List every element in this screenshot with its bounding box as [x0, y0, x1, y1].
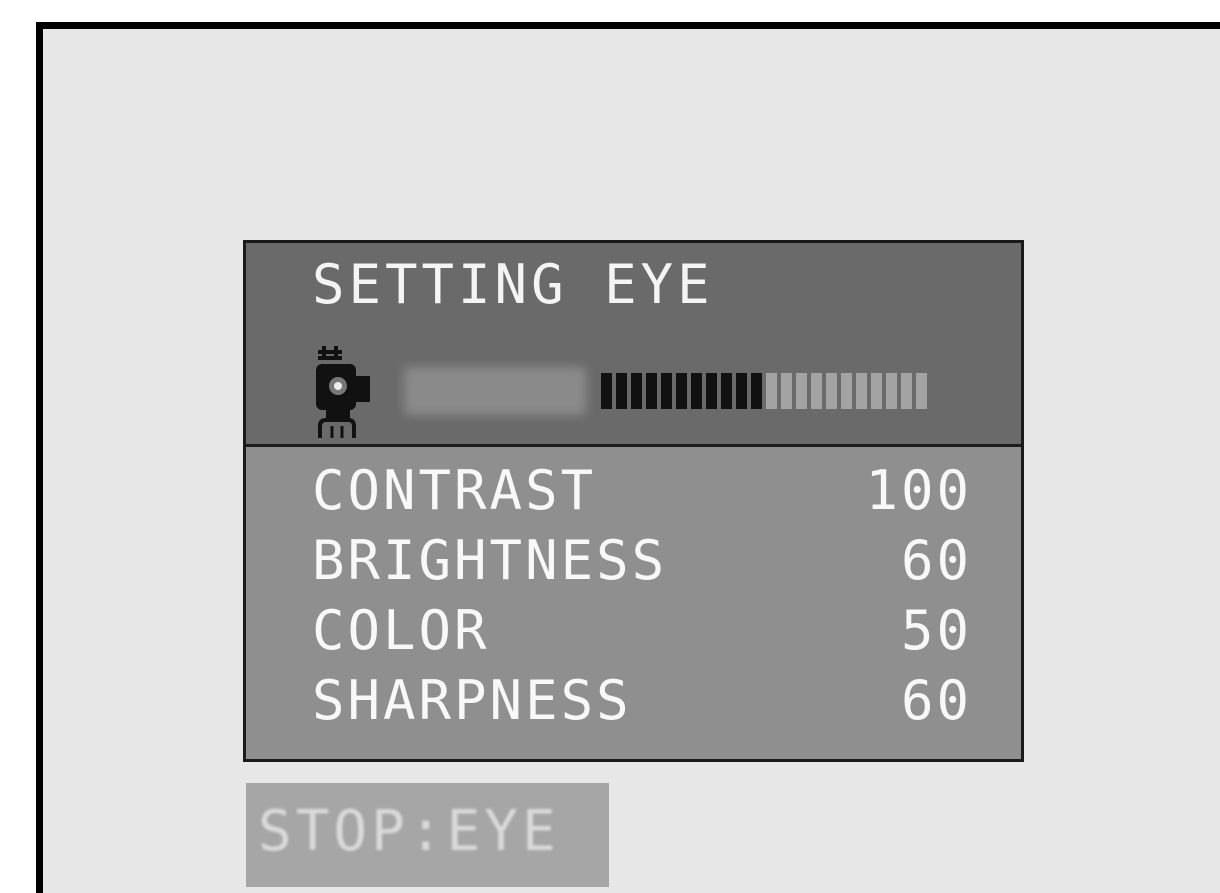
level-segment-empty [856, 373, 867, 409]
osd-panel: SETTING EYE CONTRAST 100 BRIGHTNESS 60 C… [243, 240, 1024, 762]
level-segment-filled [736, 373, 747, 409]
setting-label: COLOR [312, 598, 490, 662]
setting-row-color[interactable]: COLOR 50 [312, 595, 972, 665]
level-segment-filled [646, 373, 657, 409]
settings-list: CONTRAST 100 BRIGHTNESS 60 COLOR 50 SHAR… [312, 455, 972, 735]
setting-value: 60 [900, 528, 972, 592]
level-segment-empty [901, 373, 912, 409]
level-bar [601, 373, 927, 409]
level-segment-empty [781, 373, 792, 409]
stop-eye-label: STOP:EYE [258, 799, 560, 864]
setting-row-brightness[interactable]: BRIGHTNESS 60 [312, 525, 972, 595]
eye-sensor-icon [316, 346, 370, 438]
level-segment-empty [886, 373, 897, 409]
level-segment-filled [706, 373, 717, 409]
setting-label: BRIGHTNESS [312, 528, 668, 592]
level-segment-filled [601, 373, 612, 409]
level-blur-block [404, 367, 586, 415]
level-segment-filled [661, 373, 672, 409]
level-segment-empty [796, 373, 807, 409]
level-segment-filled [751, 373, 762, 409]
level-segment-empty [766, 373, 777, 409]
osd-header: SETTING EYE [246, 243, 1021, 447]
level-segment-empty [841, 373, 852, 409]
level-segment-filled [616, 373, 627, 409]
level-segment-filled [631, 373, 642, 409]
stop-eye-hint: STOP:EYE [246, 783, 609, 887]
level-segment-filled [691, 373, 702, 409]
setting-value: 60 [900, 668, 972, 732]
setting-label: SHARPNESS [312, 668, 632, 732]
osd-title: SETTING EYE [312, 253, 714, 316]
level-segment-empty [826, 373, 837, 409]
setting-row-contrast[interactable]: CONTRAST 100 [312, 455, 972, 525]
level-segment-empty [916, 373, 927, 409]
setting-label: CONTRAST [312, 458, 597, 522]
setting-value: 50 [900, 598, 972, 662]
level-segment-filled [676, 373, 687, 409]
level-segment-empty [811, 373, 822, 409]
level-segment-empty [871, 373, 882, 409]
setting-row-sharpness[interactable]: SHARPNESS 60 [312, 665, 972, 735]
setting-value: 100 [865, 458, 972, 522]
level-segment-filled [721, 373, 732, 409]
